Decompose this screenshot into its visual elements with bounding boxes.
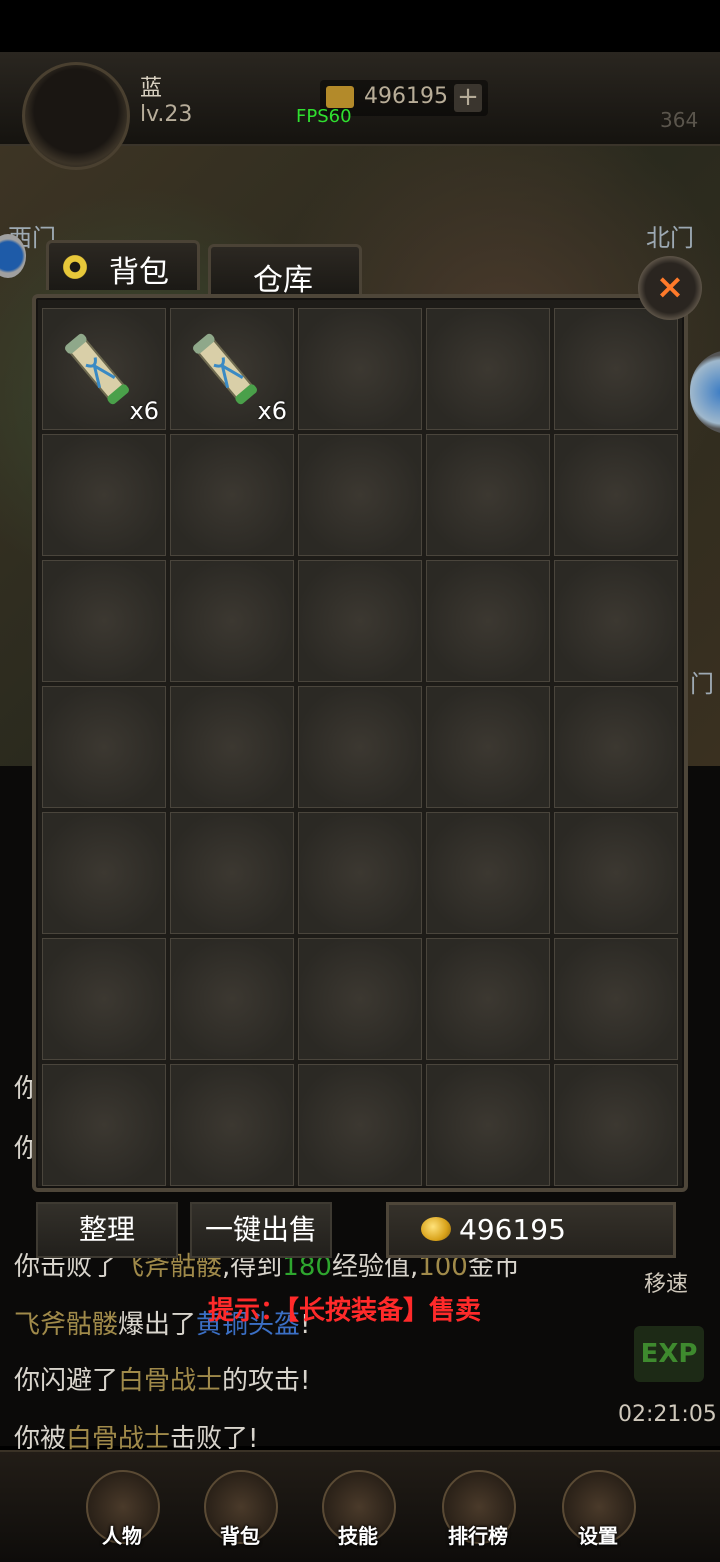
top-right-number: 364 [660, 108, 699, 132]
gate-label: 门 [690, 670, 714, 698]
bag-slot[interactable] [298, 434, 422, 556]
bag-slot[interactable] [426, 938, 550, 1060]
bag-slot[interactable] [426, 1064, 550, 1186]
exp-button[interactable]: EXP [634, 1326, 704, 1382]
scroll-item-icon [189, 329, 261, 409]
bag-slot[interactable] [554, 308, 678, 430]
bag-grid: x6 x6 [42, 308, 678, 1186]
player-level: lv.23 [140, 102, 193, 127]
bag-slot[interactable] [426, 434, 550, 556]
tab-bag-label: 背包 [109, 255, 169, 290]
gold-ingot-icon [326, 86, 354, 108]
bag-slot[interactable] [170, 812, 294, 934]
sort-button[interactable]: 整理 [36, 1202, 178, 1258]
tab-bag[interactable]: 背包 [46, 240, 200, 290]
bag-slot[interactable] [554, 1064, 678, 1186]
bag-slot[interactable] [42, 1064, 166, 1186]
nav-label: 人物 [102, 1524, 142, 1548]
status-bar [0, 0, 720, 52]
bag-slot[interactable] [426, 686, 550, 808]
tab-warehouse-label: 仓库 [253, 263, 313, 298]
bag-slot[interactable] [42, 686, 166, 808]
add-gold-button[interactable]: + [454, 84, 482, 112]
bag-slot[interactable] [298, 812, 422, 934]
bag-slot[interactable] [170, 434, 294, 556]
bag-slot[interactable] [554, 560, 678, 682]
scroll-item-icon [61, 329, 133, 409]
bag-slot[interactable] [426, 812, 550, 934]
avatar[interactable] [22, 62, 130, 170]
gold-coin-icon [421, 1217, 451, 1241]
bag-slot[interactable] [554, 938, 678, 1060]
bag-slot[interactable] [42, 938, 166, 1060]
bag-slot[interactable] [42, 812, 166, 934]
bag-slot[interactable] [426, 560, 550, 682]
top-gold-value: 496195 [364, 84, 448, 109]
bag-slot[interactable] [298, 560, 422, 682]
gear-icon [59, 251, 91, 283]
bag-slot[interactable] [42, 560, 166, 682]
sell-hint: 提示：【长按装备】售卖 [208, 1296, 482, 1326]
bag-slot[interactable] [554, 434, 678, 556]
bag-slot[interactable] [298, 686, 422, 808]
nav-label: 技能 [338, 1524, 378, 1548]
bag-slot[interactable] [170, 1064, 294, 1186]
close-button[interactable]: × [638, 256, 702, 320]
sell-all-button[interactable]: 一键出售 [190, 1202, 332, 1258]
item-count: x6 [257, 397, 287, 425]
item-count: x6 [129, 397, 159, 425]
bag-slot[interactable] [298, 308, 422, 430]
bag-slot[interactable] [42, 434, 166, 556]
bag-slot[interactable]: x6 [170, 308, 294, 430]
move-speed-button[interactable]: 移速 [644, 1266, 688, 1298]
player-name: 蓝 [140, 76, 163, 101]
bag-slot[interactable] [298, 938, 422, 1060]
north-gate-label: 北门 [646, 224, 694, 252]
game-clock: 02:21:05 [618, 1402, 717, 1427]
nav-label: 背包 [220, 1524, 260, 1548]
tab-warehouse[interactable]: 仓库 [208, 244, 362, 298]
chat-line: 你闪避了白骨战士的攻击! [14, 1366, 311, 1396]
bag-slot[interactable]: x6 [42, 308, 166, 430]
bag-slot[interactable] [170, 560, 294, 682]
bag-slot[interactable] [170, 686, 294, 808]
bag-slot[interactable] [298, 1064, 422, 1186]
bag-slot[interactable] [426, 308, 550, 430]
bag-gold-value: 496195 [459, 1213, 566, 1246]
nav-label: 设置 [578, 1524, 618, 1548]
bag-slot[interactable] [554, 686, 678, 808]
bag-slot[interactable] [554, 812, 678, 934]
bag-slot[interactable] [170, 938, 294, 1060]
bag-gold-display: 496195 [386, 1202, 676, 1258]
fps-counter: FPS60 [296, 106, 352, 127]
nav-label: 排行榜 [448, 1524, 508, 1548]
